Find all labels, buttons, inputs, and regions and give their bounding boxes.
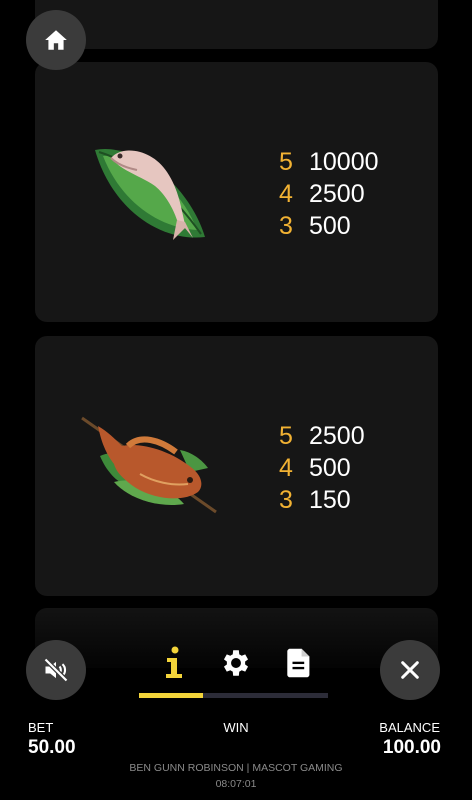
pay-row: 3 500 [279,210,379,242]
paytable-card-partial-top [35,0,438,49]
pay-row: 4 500 [279,452,365,484]
home-icon [45,30,67,50]
pay-row: 4 2500 [279,178,379,210]
pay-row: 5 10000 [279,146,379,178]
payout-amount: 2500 [309,179,365,208]
symbol-count: 3 [279,211,293,240]
symbol-count: 4 [279,179,293,208]
paytable-card: 5 2500 4 500 3 150 [35,336,438,596]
skewered-fish-icon [81,416,217,514]
close-icon [401,661,419,679]
sound-toggle-button[interactable] [26,640,86,700]
info-icon [166,646,182,678]
fish-on-leaf-icon [95,148,205,240]
paytable-card: 5 10000 4 2500 3 500 [35,62,438,322]
symbol-count: 5 [279,421,293,450]
clock: 08:07:01 [215,778,257,790]
close-button[interactable] [380,640,440,700]
gear-icon [223,650,249,676]
symbol-count: 4 [279,453,293,482]
tab-settings[interactable] [216,643,256,683]
tab-info[interactable] [154,643,194,683]
payout-amount: 500 [309,453,351,482]
document-icon [287,648,310,678]
symbol-count: 5 [279,147,293,176]
symbol-count: 3 [279,485,293,514]
home-button[interactable] [26,10,86,70]
payout-amount: 10000 [309,147,379,176]
tab-progress-track [139,693,328,698]
sound-muted-icon [43,657,69,683]
game-credit: BEN GUNN ROBINSON | MASCOT GAMING [129,762,343,774]
tab-document[interactable] [279,643,319,683]
payout-amount: 500 [309,211,351,240]
paytable-values: 5 2500 4 500 3 150 [279,420,365,516]
paytable-values: 5 10000 4 2500 3 500 [279,146,379,242]
bet-value: 50.00 [28,737,76,758]
tab-progress-indicator [139,693,204,698]
balance-value: 100.00 [382,737,441,758]
balance-label: BALANCE [379,720,440,735]
pay-row: 5 2500 [279,420,365,452]
pay-row: 3 150 [279,484,365,516]
payout-amount: 2500 [309,421,365,450]
payout-amount: 150 [309,485,351,514]
